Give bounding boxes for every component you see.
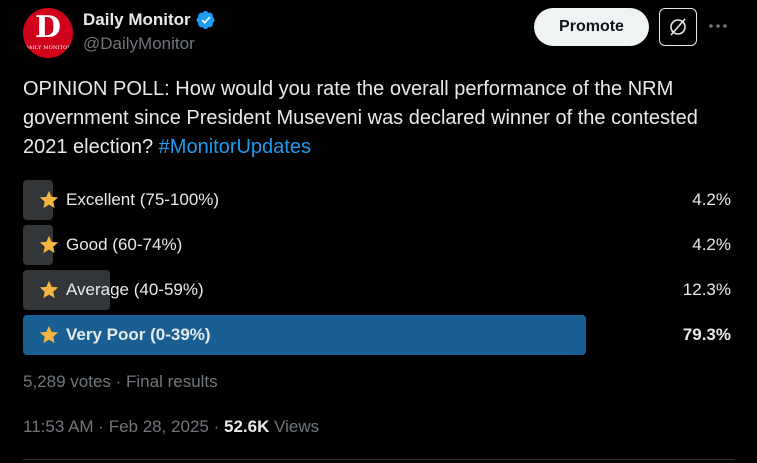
star-icon [39,190,59,209]
views-label: Views [269,417,320,436]
vote-count: 5,289 votes [23,372,111,391]
grok-button[interactable] [659,8,697,46]
handle[interactable]: @DailyMonitor [83,34,195,54]
verified-badge-icon[interactable] [196,10,216,30]
poll-option: Average (40-59%) 12.3% [23,270,733,310]
logo-subtext: DAILY MONITOR [24,45,72,51]
post-date[interactable]: Feb 28, 2025 [109,417,209,436]
star-icon [39,280,59,299]
logo-letter: D [34,10,61,45]
more-options-button[interactable] [706,14,730,38]
tweet-text: OPINION POLL: How would you rate the ove… [23,75,738,162]
poll-meta: 5,289 votes · Final results [23,372,218,392]
more-horizontal-icon [709,24,727,28]
poll-option-percent: 4.2% [692,235,731,254]
tweet: D DAILY MONITOR Daily Monitor @DailyMoni… [0,0,757,463]
name-row: Daily Monitor [83,9,216,31]
divider [23,459,734,460]
poll-option-label: Average (40-59%) [66,280,204,299]
views-count: 52.6K [224,417,270,436]
poll-option-label: Good (60-74%) [66,235,183,254]
meta-separator: · [110,372,127,391]
meta-separator: · [208,417,224,436]
post-time[interactable]: 11:53 AM [23,417,94,436]
promote-button[interactable]: Promote [534,8,649,46]
poll-option-label: Very Poor (0-39%) [66,325,211,344]
poll-option: Excellent (75-100%) 4.2% [23,180,733,220]
poll-option: Very Poor (0-39%) 79.3% [23,315,733,355]
star-icon [39,235,59,254]
poll-option-label: Excellent (75-100%) [66,190,220,209]
poll: Excellent (75-100%) 4.2% Good (60-74%) 4… [23,180,733,360]
grok-icon [670,18,686,36]
poll-option-percent: 79.3% [682,325,731,344]
display-name[interactable]: Daily Monitor [83,10,191,30]
timestamp-row: 11:53 AM · Feb 28, 2025 · 52.6K Views [23,417,319,437]
hashtag-link[interactable]: #MonitorUpdates [159,136,311,158]
tweet-body: OPINION POLL: How would you rate the ove… [23,78,698,158]
poll-option: Good (60-74%) 4.2% [23,225,733,265]
star-icon [39,325,59,344]
poll-option-percent: 4.2% [692,190,731,209]
poll-status: Final results [126,372,218,391]
avatar[interactable]: D DAILY MONITOR [23,8,73,58]
poll-option-percent: 12.3% [682,280,731,299]
meta-separator: · [93,417,109,436]
